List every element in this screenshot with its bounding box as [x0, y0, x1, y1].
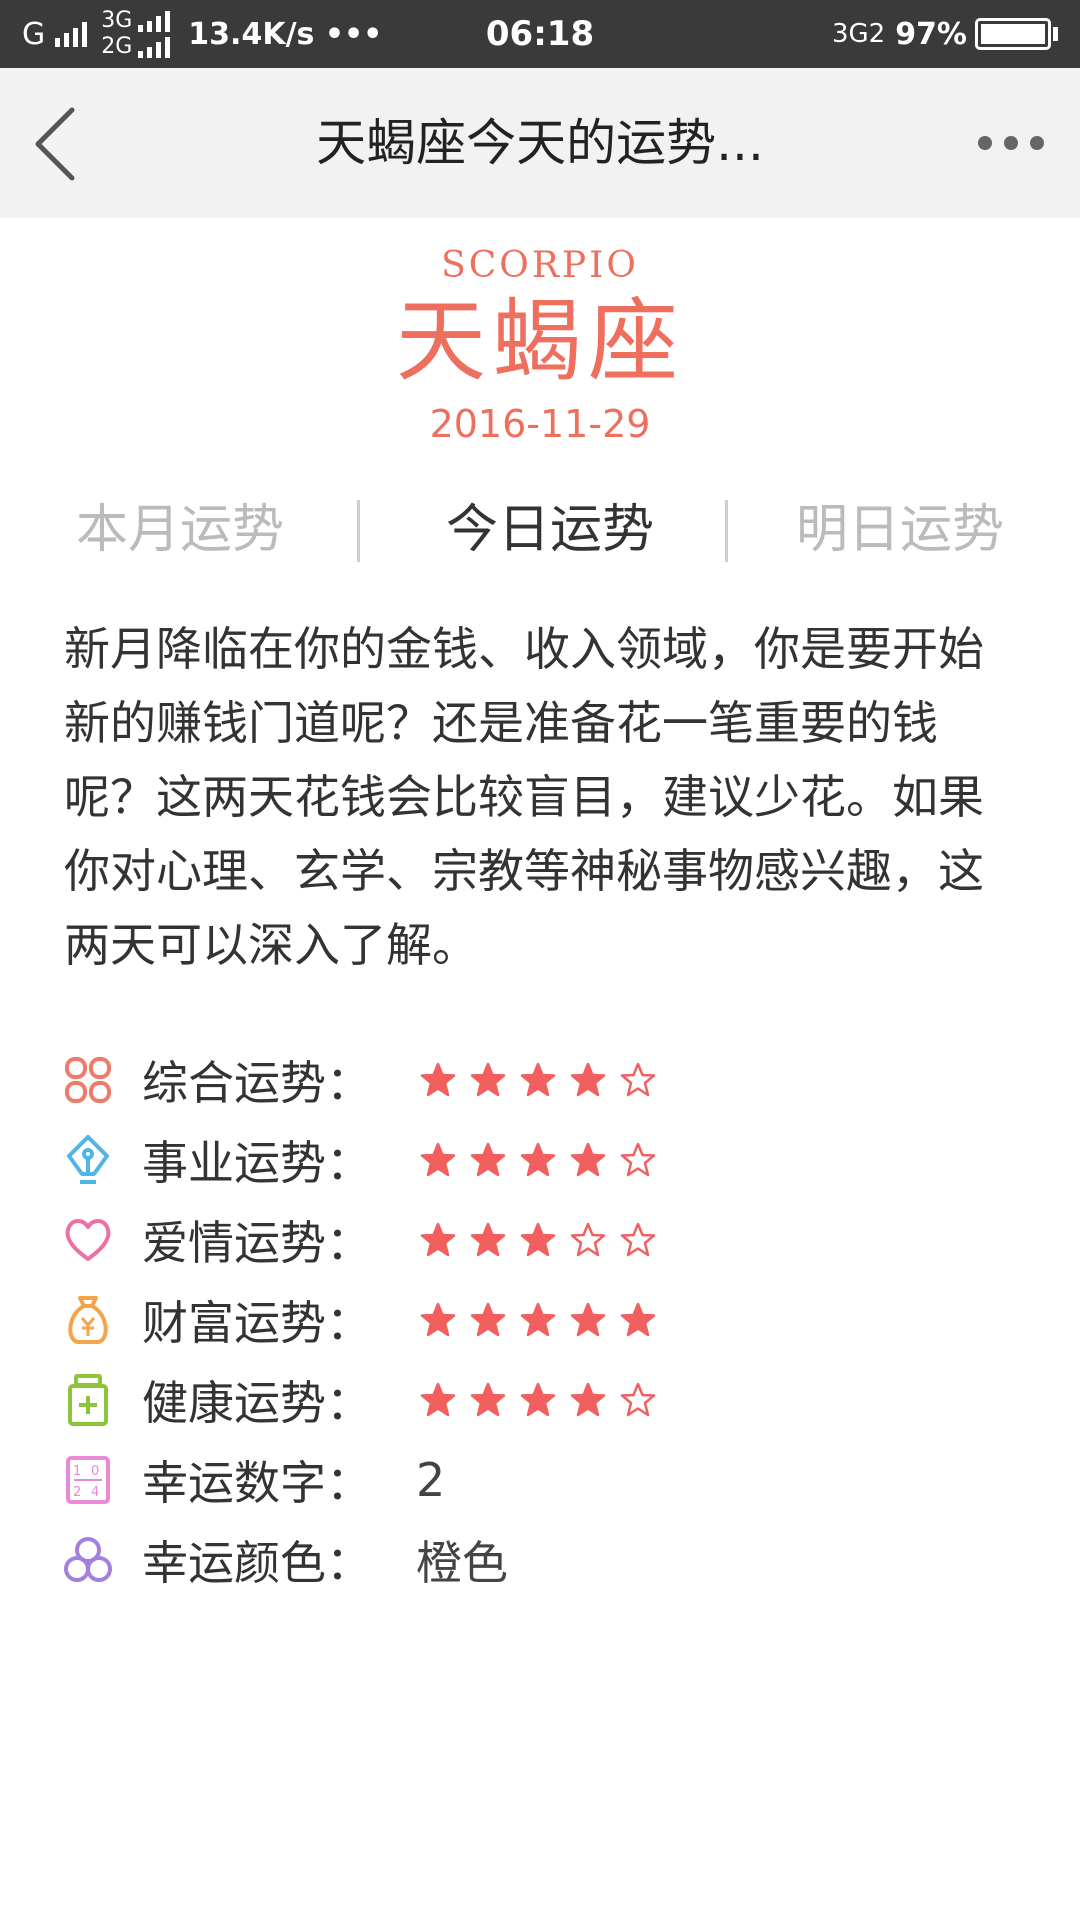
star-filled-icon — [520, 1382, 556, 1417]
star-empty-icon — [620, 1062, 656, 1097]
star-filled-icon — [420, 1302, 456, 1337]
star-filled-icon — [620, 1302, 656, 1337]
lucky-number-value: 2 — [416, 1453, 446, 1507]
number-grid-icon: 1024 — [60, 1452, 116, 1508]
star-filled-icon — [520, 1302, 556, 1337]
rating-label: 事业运势： — [142, 1136, 372, 1190]
star-rating — [420, 1302, 656, 1338]
chevron-left-icon — [35, 107, 75, 181]
status-right: 3G2 97% — [832, 0, 1058, 68]
fortune-tabs: 本月运势 今日运势 明日运势 — [0, 490, 1080, 570]
money-bag-icon — [60, 1292, 116, 1348]
lucky-color-value: 橙色 — [416, 1536, 508, 1590]
rating-row: 健康运势： — [60, 1360, 1020, 1440]
svg-text:2: 2 — [73, 1485, 81, 1500]
star-filled-icon — [470, 1142, 506, 1177]
rating-row: 财富运势： — [60, 1280, 1020, 1360]
rating-label: 健康运势： — [142, 1376, 372, 1430]
svg-text:4: 4 — [91, 1485, 99, 1500]
rating-label: 综合运势： — [142, 1056, 372, 1110]
svg-text:1: 1 — [73, 1464, 81, 1479]
app-bar: 天蝎座今天的运势... — [0, 68, 1080, 218]
lucky-label: 幸运颜色： — [142, 1536, 372, 1590]
rating-label: 财富运势： — [142, 1296, 372, 1350]
rating-label: 爱情运势： — [142, 1216, 372, 1270]
star-filled-icon — [570, 1062, 606, 1097]
back-button[interactable] — [28, 104, 88, 184]
star-filled-icon — [420, 1382, 456, 1417]
battery-icon — [975, 18, 1051, 50]
star-empty-icon — [620, 1142, 656, 1177]
battery-percent: 97% — [895, 16, 967, 52]
fortune-details: 综合运势： 事业运势： 爱情运势： 财富运势： 健康运势： 1024 幸运数字： — [60, 1040, 1020, 1600]
star-filled-icon — [570, 1382, 606, 1417]
star-filled-icon — [570, 1142, 606, 1177]
star-filled-icon — [420, 1062, 456, 1097]
star-filled-icon — [520, 1062, 556, 1097]
tab-divider — [725, 500, 728, 562]
tab-divider — [357, 500, 360, 562]
star-filled-icon — [420, 1142, 456, 1177]
star-filled-icon — [520, 1142, 556, 1177]
more-options-button[interactable] — [978, 123, 1052, 163]
sign-english-name: SCORPIO — [441, 245, 639, 286]
star-filled-icon — [520, 1222, 556, 1257]
sign-header: SCORPIO 天蝎座 2016-11-29 — [0, 245, 1080, 446]
clover-icon — [60, 1052, 116, 1108]
dot-icon — [978, 136, 992, 150]
network-type-label: 3G2 — [831, 19, 886, 49]
fortune-description: 新月降临在你的金钱、收入领域，你是要开始新的赚钱门道呢？还是准备花一笔重要的钱呢… — [64, 622, 984, 972]
lucky-row: 幸运颜色： 橙色 — [60, 1520, 1020, 1600]
status-bar: G 3G 2G 13.4K/s ••• 06:18 3G2 97% — [0, 0, 1080, 68]
sign-date: 2016-11-29 — [429, 402, 651, 446]
lucky-label: 幸运数字： — [142, 1456, 372, 1510]
medicine-bottle-icon — [60, 1372, 116, 1428]
dot-icon — [1004, 136, 1018, 150]
star-filled-icon — [570, 1302, 606, 1337]
star-filled-icon — [470, 1062, 506, 1097]
sign-chinese-name: 天蝎座 — [396, 289, 684, 394]
rating-row: 爱情运势： — [60, 1200, 1020, 1280]
heart-icon — [60, 1212, 116, 1268]
star-filled-icon — [470, 1302, 506, 1337]
tab-monthly[interactable]: 本月运势 — [60, 490, 300, 570]
lucky-row: 1024 幸运数字： 2 — [60, 1440, 1020, 1520]
star-rating — [420, 1062, 656, 1098]
battery-nub — [1053, 27, 1058, 41]
star-filled-icon — [470, 1382, 506, 1417]
star-rating — [420, 1222, 656, 1258]
star-rating — [420, 1382, 656, 1418]
tab-today[interactable]: 今日运势 — [430, 490, 670, 570]
star-filled-icon — [470, 1222, 506, 1257]
star-empty-icon — [620, 1382, 656, 1417]
star-rating — [420, 1142, 656, 1178]
tab-tomorrow[interactable]: 明日运势 — [780, 490, 1020, 570]
page-title: 天蝎座今天的运势... — [316, 114, 764, 172]
rating-row: 事业运势： — [60, 1120, 1020, 1200]
color-circles-icon — [60, 1532, 116, 1588]
pen-nib-icon — [60, 1132, 116, 1188]
svg-text:0: 0 — [91, 1464, 99, 1479]
star-filled-icon — [420, 1222, 456, 1257]
star-empty-icon — [620, 1222, 656, 1257]
dot-icon — [1030, 136, 1044, 150]
rating-row: 综合运势： — [60, 1040, 1020, 1120]
star-empty-icon — [570, 1222, 606, 1257]
